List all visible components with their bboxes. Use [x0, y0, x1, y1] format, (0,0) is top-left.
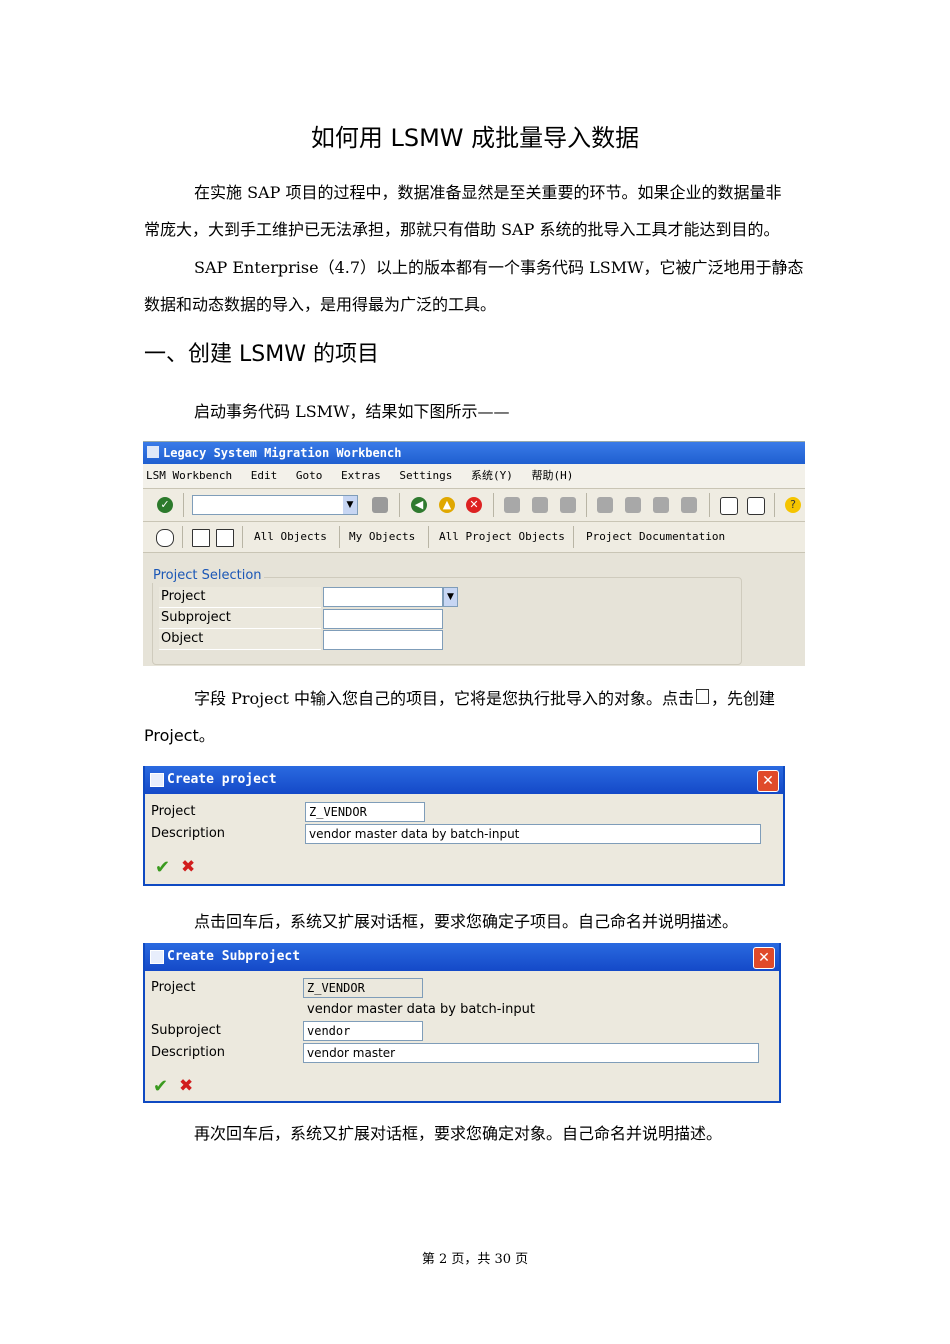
project-input[interactable]: Z_VENDOR	[305, 802, 425, 822]
document-title: 如何用 LSMW 成批量导入数据	[310, 124, 640, 152]
project-label: Project	[161, 589, 206, 604]
all-objects-button[interactable]: All Objects	[254, 530, 327, 543]
cancel-icon[interactable]: ✕	[466, 497, 482, 513]
paragraph-3: 启动事务代码 LSMW，结果如下图所示——	[194, 402, 510, 421]
cancel-icon[interactable]: ✖	[181, 857, 195, 877]
menu-goto[interactable]: Goto	[296, 469, 323, 482]
back-icon[interactable]: ◀	[411, 497, 427, 513]
dialog-icon	[150, 950, 164, 964]
menu-help[interactable]: 帮助(H)	[531, 469, 573, 482]
cancel-icon[interactable]: ✖	[179, 1076, 193, 1096]
dialog-title-bar: Create project ✕	[145, 766, 783, 794]
dialog-icon	[150, 773, 164, 787]
project-value: Z_VENDOR	[303, 978, 423, 998]
project-documentation-button[interactable]: Project Documentation	[586, 530, 725, 543]
description-input[interactable]: vendor master data by batch-input	[305, 824, 761, 844]
all-project-objects-button[interactable]: All Project Objects	[439, 530, 565, 543]
paragraph-5: 点击回车后，系统又扩展对话框，要求您确定子项目。自己命名并说明描述。	[194, 912, 739, 931]
window-title: Legacy System Migration Workbench	[163, 446, 402, 460]
help-icon[interactable]: ?	[785, 497, 801, 513]
dialog-title-bar: Create Subproject ✕	[145, 943, 779, 971]
enter-check-icon[interactable]: ✓	[157, 497, 173, 513]
first-page-icon[interactable]	[597, 497, 613, 513]
paragraph-1-line-1: 在实施 SAP 项目的过程中，数据准备显然是至关重要的环节。如果企业的数据量非	[194, 183, 782, 202]
print-icon[interactable]	[504, 497, 520, 513]
paragraph-4-text-a: 字段 Project 中输入您自己的项目，它将是您执行批导入的对象。点击	[194, 689, 695, 708]
object-input[interactable]	[323, 630, 443, 650]
toolbar-separator	[339, 526, 340, 548]
menu-lsm-workbench[interactable]: LSM Workbench	[146, 469, 232, 482]
subproject-label: Subproject	[151, 1023, 221, 1038]
find-next-icon[interactable]	[560, 497, 576, 513]
project-label: Project	[151, 804, 196, 819]
create-session-icon[interactable]	[720, 497, 738, 515]
application-toolbar: All Objects My Objects All Project Objec…	[143, 522, 805, 553]
paragraph-2-line-1: SAP Enterprise（4.7）以上的版本都有一个事务代码 LSMW，它被…	[194, 258, 804, 277]
toolbar-separator	[183, 493, 184, 517]
next-page-icon[interactable]	[653, 497, 669, 513]
section-heading: 一、创建 LSMW 的项目	[144, 342, 379, 367]
toolbar-separator	[399, 493, 400, 517]
project-dropdown-icon[interactable]: ▼	[443, 587, 458, 607]
sap-title-bar: Legacy System Migration Workbench	[143, 442, 805, 464]
last-page-icon[interactable]	[681, 497, 697, 513]
menu-edit[interactable]: Edit	[251, 469, 278, 482]
description-label: Description	[151, 826, 226, 841]
edit-icon[interactable]	[216, 529, 234, 547]
close-icon[interactable]: ✕	[753, 947, 775, 969]
menu-extras[interactable]: Extras	[341, 469, 381, 482]
project-description: vendor master data by batch-input	[307, 1002, 535, 1017]
standard-toolbar: ✓ ▼ ◀ ▲ ✕ ?	[143, 489, 805, 522]
page-footer: 第 2 页，共 30 页	[421, 1252, 529, 1267]
my-objects-button[interactable]: My Objects	[349, 530, 415, 543]
command-field[interactable]: ▼	[192, 495, 358, 515]
subproject-input[interactable]	[323, 609, 443, 629]
dialog-title: Create Subproject	[167, 949, 301, 964]
project-label: Project	[151, 980, 196, 995]
paragraph-4-line-2: Project。	[144, 726, 215, 745]
previous-page-icon[interactable]	[625, 497, 641, 513]
description-label: Description	[151, 1045, 226, 1060]
menu-system[interactable]: 系统(Y)	[471, 469, 513, 482]
clock-icon[interactable]	[156, 529, 174, 547]
create-project-dialog: Create project ✕ Project Description Z_V…	[143, 766, 785, 886]
window-icon	[147, 446, 159, 458]
toolbar-separator	[182, 526, 183, 548]
create-subproject-dialog: Create Subproject ✕ Project Z_VENDOR ven…	[143, 943, 781, 1103]
create-document-icon[interactable]	[192, 529, 210, 547]
group-title: Project Selection	[151, 568, 264, 583]
menu-bar: LSM Workbench Edit Goto Extras Settings …	[143, 464, 805, 489]
new-document-icon	[696, 689, 710, 704]
description-input[interactable]: vendor master	[303, 1043, 759, 1063]
find-icon[interactable]	[532, 497, 548, 513]
dialog-title: Create project	[167, 772, 277, 787]
paragraph-2-line-2: 数据和动态数据的导入，是用得最为广泛的工具。	[144, 295, 497, 314]
exit-icon[interactable]: ▲	[439, 497, 455, 513]
sap-main-window: Legacy System Migration Workbench LSM Wo…	[143, 441, 805, 666]
menu-settings[interactable]: Settings	[399, 469, 452, 482]
toolbar-separator	[709, 493, 710, 517]
confirm-icon[interactable]: ✔	[153, 1076, 168, 1097]
subproject-label: Subproject	[161, 610, 231, 625]
paragraph-4-line-1: 字段 Project 中输入您自己的项目，它将是您执行批导入的对象。点击 ，先创建	[194, 680, 775, 717]
toolbar-separator	[242, 526, 243, 548]
subproject-input[interactable]: vendor	[303, 1021, 423, 1041]
object-label: Object	[161, 631, 204, 646]
paragraph-1-line-2: 常庞大，大到手工维护已无法承担，那就只有借助 SAP 系统的批导入工具才能达到目…	[144, 220, 780, 239]
shortcut-icon[interactable]	[747, 497, 765, 515]
toolbar-separator	[774, 493, 775, 517]
toolbar-separator	[573, 526, 574, 548]
project-input[interactable]	[323, 587, 443, 607]
close-icon[interactable]: ✕	[757, 770, 779, 792]
chevron-down-icon[interactable]: ▼	[343, 496, 357, 514]
paragraph-6: 再次回车后，系统又扩展对话框，要求您确定对象。自己命名并说明描述。	[194, 1124, 723, 1143]
paragraph-4-text-b: ，先创建	[711, 689, 776, 708]
toolbar-separator	[586, 493, 587, 517]
confirm-icon[interactable]: ✔	[155, 857, 170, 878]
save-icon[interactable]	[372, 497, 388, 513]
toolbar-separator	[493, 493, 494, 517]
toolbar-separator	[428, 526, 429, 548]
